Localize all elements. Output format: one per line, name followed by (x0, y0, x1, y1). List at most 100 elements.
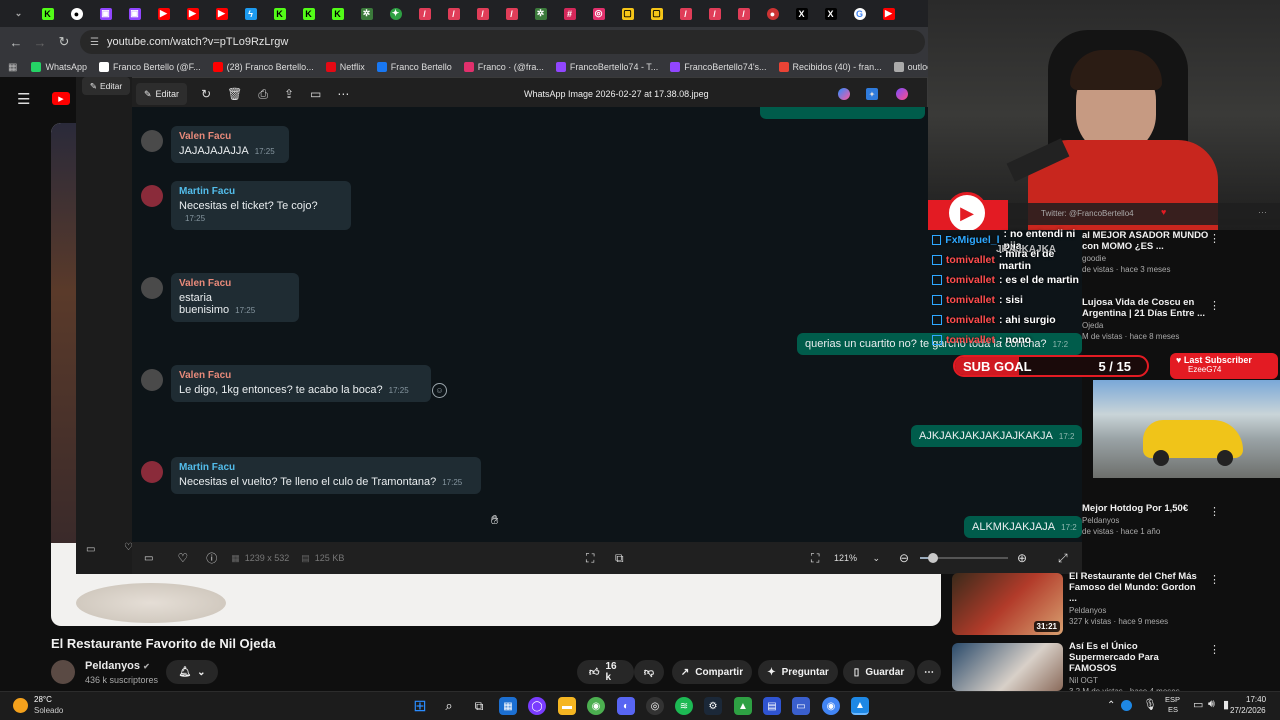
tab-app-icon[interactable]: ✦ (381, 0, 410, 27)
channel-name[interactable]: Peldanyos ✔ (85, 660, 150, 672)
tab-app-icon[interactable]: ✲ (526, 0, 555, 27)
search-icon[interactable]: ⌕ (440, 697, 458, 715)
recommended-video[interactable]: El Restaurante del Chef Más Famoso del M… (1069, 571, 1199, 626)
clipchamp-icon[interactable] (896, 88, 908, 100)
text-extract-icon[interactable]: ⧉ (615, 551, 624, 566)
zoom-in-icon[interactable]: ⊕ (1017, 551, 1027, 565)
youtube-logo-icon[interactable]: ▶ (52, 92, 70, 105)
store-icon[interactable]: ▦ (499, 697, 517, 715)
bookmark-item[interactable]: Netflix (325, 62, 365, 72)
tab-youtube-icon[interactable]: ▶ (207, 0, 236, 27)
zoom-select[interactable]: 121% ⌄ (828, 548, 886, 568)
share-button[interactable]: ↗ Compartir (672, 660, 752, 684)
info-icon[interactable]: ⓘ (206, 550, 217, 566)
tab-app-icon[interactable]: / (410, 0, 439, 27)
tab-github-icon[interactable]: ● (62, 0, 91, 27)
filmstrip-icon[interactable]: ▭ (86, 544, 95, 555)
tab-kick-icon[interactable]: K (33, 0, 62, 27)
weather-icon[interactable] (13, 698, 28, 713)
video-thumbnail[interactable]: 31:21 (952, 573, 1063, 635)
dislike-button[interactable]: 👎︎ (634, 660, 664, 684)
tab-twitch-icon[interactable]: ▣ (120, 0, 149, 27)
apps-grid-icon[interactable]: ▦ (8, 62, 17, 73)
tab-kick-icon[interactable]: K (294, 0, 323, 27)
more-vertical-icon[interactable]: ⋮ (1209, 573, 1220, 586)
volume-icon[interactable]: 🔊︎ (1208, 698, 1215, 711)
site-info-icon[interactable]: ☰ (90, 37, 99, 48)
copilot-icon[interactable] (838, 88, 850, 100)
zoom-slider[interactable] (920, 553, 1008, 563)
edit-button[interactable]: ✎ Editar (136, 83, 188, 105)
tab-youtube-icon[interactable]: ▶ (178, 0, 207, 27)
chrome-icon[interactable]: ◉ (822, 697, 840, 715)
back-icon[interactable]: ← (4, 35, 28, 50)
delete-icon[interactable]: 🗑︎ (227, 87, 242, 101)
task-view-icon[interactable]: ⧉ (470, 697, 488, 715)
more-actions-button[interactable]: ⋯ (917, 660, 941, 684)
more-icon[interactable]: ⋯ (337, 87, 349, 101)
bookmark-item[interactable]: FrancoBertello74's... (670, 62, 767, 72)
tab-x-icon[interactable]: X (787, 0, 816, 27)
monitor-icon[interactable]: ▭ (792, 697, 810, 715)
tab-app-icon[interactable]: / (671, 0, 700, 27)
battery-icon[interactable]: ▮ (1223, 698, 1229, 711)
fit-window-icon[interactable]: ⛶ (811, 551, 819, 566)
bookmark-item[interactable]: (28) Franco Bertello... (212, 62, 314, 72)
file-explorer-icon[interactable]: ▬ (558, 697, 576, 715)
tab-list-icon[interactable]: ⌄ (4, 0, 33, 27)
menu-icon[interactable]: ☰ (17, 90, 30, 108)
slideshow-icon[interactable]: ▭ (310, 87, 321, 101)
language-code[interactable]: ESP (1165, 695, 1180, 704)
microphone-icon[interactable]: 🎙︎ (1143, 698, 1157, 711)
steam-icon[interactable]: ⚙ (704, 697, 722, 715)
bookmark-item[interactable]: Franco · (@fra... (463, 62, 544, 72)
fullscreen-icon[interactable]: ⤢ (1058, 551, 1068, 566)
recommended-video[interactable]: Así Es el Único Supermercado Para FAMOSO… (1069, 641, 1199, 696)
app-purple-icon[interactable]: ◯ (528, 697, 546, 715)
obs-icon[interactable]: ◎ (646, 697, 664, 715)
more-vertical-icon[interactable]: ⋮ (1209, 299, 1220, 312)
tab-app-icon[interactable]: / (439, 0, 468, 27)
visual-search-icon[interactable]: ⛶ (586, 551, 594, 566)
zoom-slider-thumb[interactable] (928, 553, 939, 563)
clock-time[interactable]: 17:40 (1246, 695, 1266, 704)
tab-app-icon[interactable]: ▢ (642, 0, 671, 27)
tab-twitch-icon[interactable]: ▣ (91, 0, 120, 27)
start-icon[interactable]: ⊞ (411, 697, 429, 715)
designer-icon[interactable]: ✦ (866, 88, 878, 100)
more-vertical-icon[interactable]: ⋮ (1209, 643, 1220, 656)
app-blue-icon[interactable]: ▤ (763, 697, 781, 715)
zoom-out-icon[interactable]: ⊖ (899, 551, 909, 565)
ask-button[interactable]: ✦ Preguntar (758, 660, 838, 684)
discord-icon[interactable]: ◐ (617, 697, 635, 715)
tab-app-icon[interactable]: / (700, 0, 729, 27)
video-thumbnail[interactable] (952, 643, 1063, 691)
bookmark-item[interactable]: WhatsApp (31, 62, 87, 72)
tab-app-icon[interactable]: ϟ (236, 0, 265, 27)
recommended-video[interactable]: Lujosa Vida de Coscu en Argentina | 21 D… (1082, 297, 1212, 341)
tab-google-icon[interactable]: G (845, 0, 874, 27)
tab-app-icon[interactable]: / (497, 0, 526, 27)
bookmark-item[interactable]: outlook (893, 62, 928, 72)
address-bar[interactable]: ☰ youtube.com/watch?v=pTLo9RzLrgw (80, 30, 925, 54)
like-button[interactable]: 👍︎ 16 k (577, 660, 634, 684)
recommended-video[interactable]: al MEJOR ASADOR MUNDO con MOMO ¿ES ... go… (1082, 230, 1212, 274)
tray-app-icon[interactable] (1121, 700, 1132, 711)
more-vertical-icon[interactable]: ⋮ (1209, 505, 1220, 518)
photos-icon[interactable]: ▲ (851, 697, 869, 715)
tab-app-icon[interactable]: ✲ (352, 0, 381, 27)
save-button[interactable]: ▯ Guardar (843, 660, 915, 684)
tray-chevron-icon[interactable]: ⌃ (1107, 700, 1115, 711)
tab-app-icon[interactable]: / (729, 0, 758, 27)
spotify-icon[interactable]: ≋ (675, 697, 693, 715)
app-green-icon[interactable]: ▲ (734, 697, 752, 715)
tab-app-icon[interactable]: ▢ (613, 0, 642, 27)
bookmark-item[interactable]: Franco Bertello (@F... (98, 62, 201, 72)
tab-youtube-icon[interactable]: ▶ (874, 0, 903, 27)
favorite-heart-icon[interactable]: ♡ (177, 551, 188, 565)
reload-icon[interactable]: ↻ (52, 34, 76, 50)
rotate-icon[interactable]: ↻ (201, 87, 211, 101)
tab-instagram-icon[interactable]: ◎ (584, 0, 613, 27)
chrome-icon[interactable]: ◉ (587, 697, 605, 715)
tab-app-icon[interactable]: / (468, 0, 497, 27)
